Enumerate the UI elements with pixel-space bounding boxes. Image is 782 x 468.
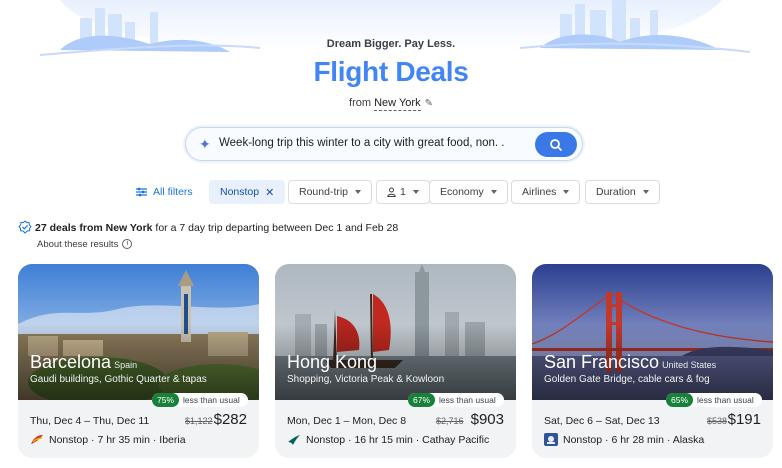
- results-description: for a 7 day trip departing between Dec 1…: [152, 222, 399, 234]
- search-icon: [550, 138, 563, 151]
- destination-description: Shopping, Victoria Peak & Kowloon: [287, 374, 445, 385]
- about-label: About these results: [37, 239, 119, 250]
- savings-percent: 65%: [666, 393, 694, 407]
- savings-badge: 75% less than usual: [152, 393, 248, 407]
- chevron-down-icon: [490, 190, 497, 194]
- origin-city[interactable]: New York: [374, 97, 421, 111]
- passengers-label: 1: [400, 186, 406, 198]
- destination-country: Spain: [114, 360, 138, 370]
- usual-price: $2,716: [436, 416, 464, 426]
- destination-city: Hong Kong: [287, 352, 378, 372]
- airlines-dropdown[interactable]: Airlines: [511, 180, 581, 204]
- chevron-down-icon: [412, 190, 419, 194]
- destination-city: San Francisco United States: [544, 352, 717, 372]
- savings-percent: 67%: [408, 393, 436, 407]
- filter-sliders-icon: [136, 187, 147, 197]
- chevron-down-icon: [642, 190, 649, 194]
- airline-logo-icon: [544, 433, 558, 446]
- info-icon[interactable]: i: [122, 239, 133, 250]
- trip-dates: Sat, Dec 6 – Sat, Dec 13: [544, 415, 660, 427]
- search-bar[interactable]: ✦ Week-long trip this winter to a city w…: [185, 127, 583, 161]
- origin-selector[interactable]: from New York ✎: [0, 97, 782, 111]
- destination-country: United States: [662, 360, 717, 370]
- destination-description: Golden Gate Bridge, cable cars & fog: [544, 374, 710, 385]
- deal-card-hong-kong[interactable]: Hong Kong Shopping, Victoria Peak & Kowl…: [275, 264, 516, 458]
- close-icon[interactable]: ✕: [265, 186, 274, 199]
- tagline: Dream Bigger. Pay Less.: [326, 38, 456, 50]
- duration-label: Duration: [596, 186, 636, 198]
- about-results-link[interactable]: About these results i: [37, 239, 133, 250]
- page-title: Flight Deals: [313, 56, 469, 87]
- destination-description: Gaudi buildings, Gothic Quarter & tapas: [30, 374, 207, 385]
- badge-check-icon: [18, 220, 32, 234]
- cabin-label: Economy: [440, 186, 484, 198]
- savings-percent: 75%: [152, 393, 180, 407]
- deal-price: $282: [213, 411, 247, 428]
- deal-card-barcelona[interactable]: Barcelona Spain Gaudi buildings, Gothic Q…: [18, 264, 259, 458]
- airlines-label: Airlines: [522, 186, 557, 198]
- chevron-down-icon: [355, 190, 362, 194]
- destination-city: Barcelona Spain: [30, 352, 138, 372]
- trip-dates: Mon, Dec 1 – Mon, Dec 8: [287, 415, 407, 427]
- filter-bar: All filters Nonstop ✕ Round-trip 1 Econo…: [0, 180, 782, 204]
- nonstop-filter-chip[interactable]: Nonstop ✕: [209, 180, 286, 204]
- airline-logo-icon: [31, 435, 43, 444]
- sparkle-icon: ✦: [199, 136, 211, 152]
- search-button[interactable]: [535, 132, 577, 157]
- flight-info: Nonstop · 6 hr 28 min · Alaska: [563, 434, 705, 446]
- pencil-icon[interactable]: ✎: [425, 98, 433, 109]
- trip-type-dropdown[interactable]: Round-trip: [288, 180, 373, 204]
- deal-price: $191: [727, 411, 761, 428]
- usual-price: $1,122: [185, 416, 213, 426]
- deal-card-san-francisco[interactable]: San Francisco United States Golden Gate B…: [532, 264, 773, 458]
- passengers-dropdown[interactable]: 1: [376, 180, 430, 204]
- search-input[interactable]: Week-long trip this winter to a city wit…: [219, 137, 505, 149]
- deals-count: 27 deals from New York: [35, 222, 153, 234]
- savings-badge: 67% less than usual: [408, 393, 504, 407]
- results-summary: 27 deals from New York for a 7 day trip …: [18, 220, 398, 234]
- all-filters-button[interactable]: All filters: [126, 180, 203, 204]
- nonstop-label: Nonstop: [220, 186, 260, 198]
- airline-logo-icon: [288, 435, 300, 445]
- cabin-dropdown[interactable]: Economy: [429, 180, 508, 204]
- flight-info: Nonstop · 16 hr 15 min · Cathay Pacific: [306, 434, 490, 446]
- usual-price: $538: [707, 416, 728, 426]
- from-label: from: [349, 97, 372, 109]
- savings-badge: 65% less than usual: [666, 393, 762, 407]
- flight-info: Nonstop · 7 hr 35 min · Iberia: [49, 434, 186, 446]
- chevron-down-icon: [563, 190, 570, 194]
- person-icon: [387, 187, 396, 197]
- duration-dropdown[interactable]: Duration: [585, 180, 660, 204]
- all-filters-label: All filters: [153, 186, 193, 198]
- trip-dates: Thu, Dec 4 – Thu, Dec 11: [30, 415, 150, 427]
- deal-price: $903: [470, 411, 504, 428]
- trip-type-label: Round-trip: [299, 186, 349, 198]
